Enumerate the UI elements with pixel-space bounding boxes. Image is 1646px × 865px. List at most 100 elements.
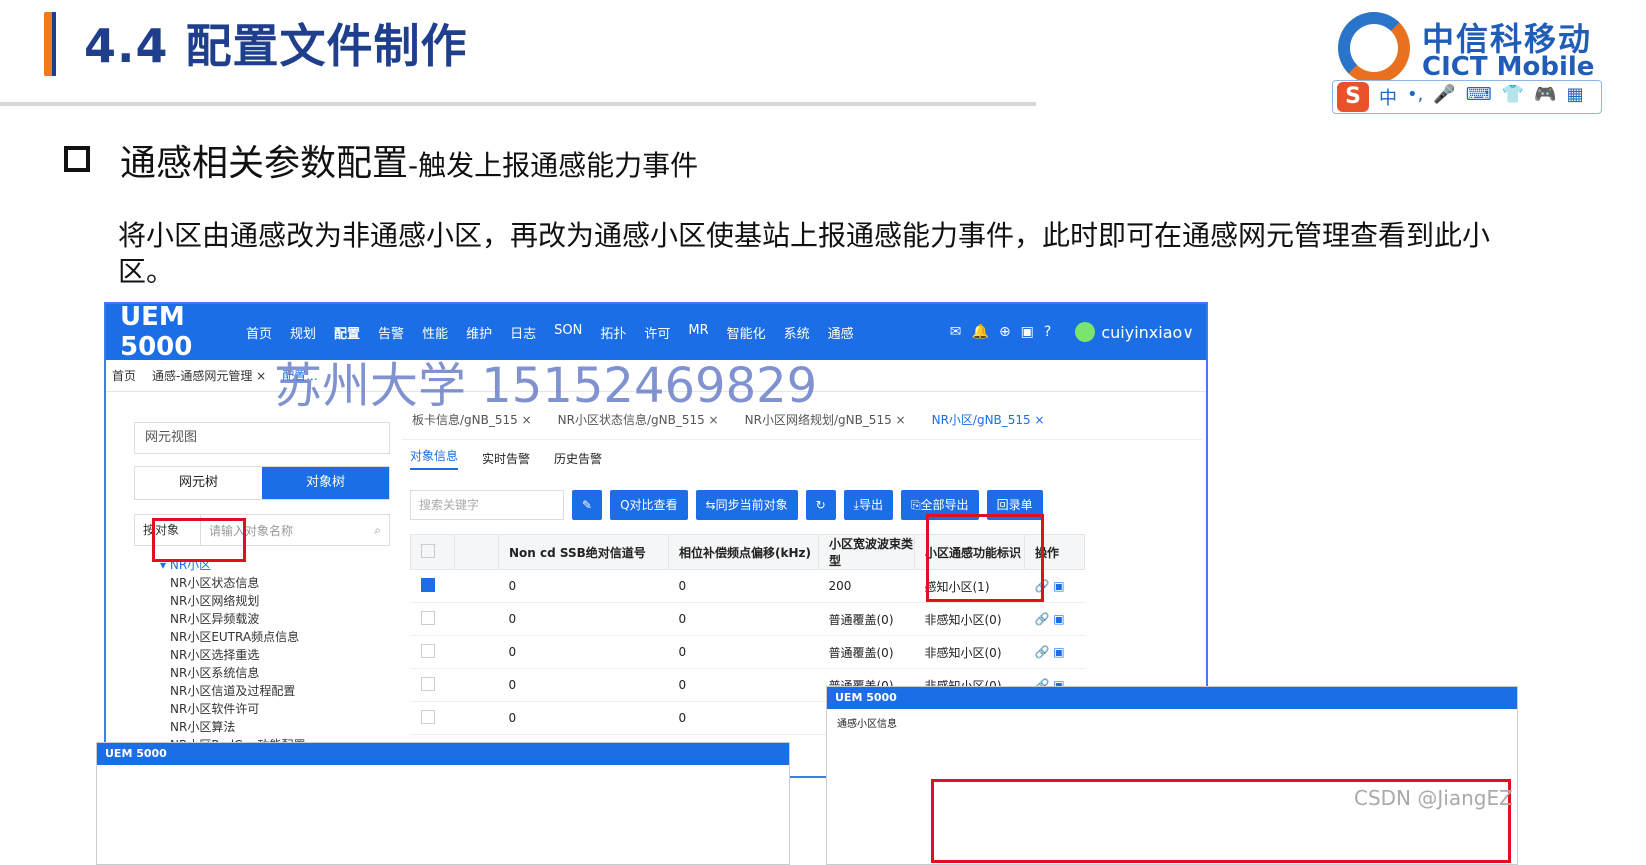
topbar-icons: ✉ 🔔 ⊕ ▣ ? <box>950 324 1052 340</box>
nav-item-8[interactable]: 拓扑 <box>600 323 626 342</box>
toolbar-button-3[interactable]: ↻ <box>805 490 836 520</box>
row-index-cell <box>454 635 499 669</box>
user-menu[interactable]: cuiyinxiao∨ <box>1075 322 1194 342</box>
nav-item-12[interactable]: 系统 <box>784 323 810 342</box>
nav-item-13[interactable]: 通感 <box>828 323 854 342</box>
breadcrumb-item-0[interactable]: 首页 <box>112 367 136 384</box>
subtab-0[interactable]: 对象信息 <box>410 447 459 470</box>
bell-icon[interactable]: 🔔 <box>972 324 989 340</box>
nav-item-4[interactable]: 性能 <box>422 323 448 342</box>
row-checkbox-cell[interactable] <box>410 602 455 636</box>
main-nav: 首页 规划 配置 告警 性能 维护 日志 SON 拓扑 许可 MR 智能化 系统 通感 <box>246 323 854 342</box>
mini-title: 通感小区信息 <box>837 719 897 730</box>
nav-item-5[interactable]: 维护 <box>466 323 492 342</box>
nav-item-3[interactable]: 告警 <box>378 323 404 342</box>
row-index-cell <box>454 668 499 702</box>
tree-node[interactable]: NR小区选择重选 <box>170 646 390 664</box>
table-cell: 非感知小区(0) <box>914 635 1025 669</box>
section-heading: 通感相关参数配置-触发上报通感能力事件 <box>120 134 698 186</box>
table-cell: 0 <box>498 635 669 669</box>
row-checkbox-cell[interactable] <box>410 668 455 702</box>
row-index-cell <box>454 569 499 603</box>
help-icon[interactable]: ? <box>1044 324 1051 340</box>
globe-icon[interactable]: ⊕ <box>999 324 1011 340</box>
view-select[interactable]: 网元视图 <box>134 422 390 454</box>
row-checkbox-cell[interactable] <box>410 701 455 735</box>
company-logo: 中信科移动 CICT Mobile S 中 •, 🎤 ⌨ 👕 🎮 ▦ <box>1326 8 1616 114</box>
tree-node[interactable]: NR小区信道及过程配置 <box>170 682 390 700</box>
row-checkbox[interactable] <box>420 643 435 658</box>
tree-node[interactable]: NR小区软件许可 <box>170 700 390 718</box>
toolbar-button-2[interactable]: ⇆同步当前对象 <box>695 490 798 520</box>
column-header-1[interactable]: 相位补偿频点偏移(kHz) <box>668 534 819 570</box>
column-header-2[interactable]: 小区宽波波束类型 <box>818 534 915 570</box>
doc-icon[interactable]: ▣ <box>1021 324 1034 340</box>
app-brand: UEM 5000 <box>120 302 193 362</box>
search-icon[interactable]: ⌕ <box>374 523 389 538</box>
row-index-cell <box>454 602 499 636</box>
column-header-0[interactable]: Non cd SSB绝对信道号 <box>498 534 669 570</box>
table-cell: 0 <box>498 569 669 603</box>
table-cell: 0 <box>668 635 819 669</box>
ime-s-icon: S <box>1337 82 1369 112</box>
tree-node[interactable]: NR小区异频载波 <box>170 610 390 628</box>
tree-node[interactable]: NR小区状态信息 <box>170 574 390 592</box>
row-actions[interactable]: 🔗 ▣ <box>1024 635 1085 669</box>
mini-screenshot-right: UEM 5000 通感小区信息 <box>826 686 1518 865</box>
table-cell: 0 <box>668 602 819 636</box>
nav-item-11[interactable]: 智能化 <box>727 323 766 342</box>
tree-node[interactable]: NR小区系统信息 <box>170 664 390 682</box>
object-tree: ▾ NR小区 NR小区状态信息 NR小区网络规划 NR小区异频载波 NR小区EU… <box>134 556 390 754</box>
ime-item-1: •, <box>1407 84 1424 105</box>
nav-item-0[interactable]: 首页 <box>246 323 272 342</box>
ime-item-5: 🎮 <box>1534 84 1557 105</box>
table-cell: 0 <box>668 701 819 735</box>
row-checkbox[interactable] <box>420 577 435 592</box>
tab-3[interactable]: NR小区/gNB_515 × <box>932 411 1045 428</box>
table-row[interactable]: 00普通覆盖(0)非感知小区(0)🔗 ▣ <box>410 602 1085 636</box>
subtab-2[interactable]: 历史告警 <box>554 450 602 467</box>
nav-item-6[interactable]: 日志 <box>510 323 536 342</box>
highlight-sensing-column <box>926 514 1044 602</box>
ime-toolbar-items: 中 •, 🎤 ⌨ 👕 🎮 ▦ <box>1379 84 1584 110</box>
toolbar-button-1[interactable]: Q对比查看 <box>610 490 688 520</box>
row-checkbox[interactable] <box>420 676 435 691</box>
row-checkbox[interactable] <box>420 709 435 724</box>
bullet-square-icon <box>64 146 90 172</box>
tab-ne-tree[interactable]: 网元树 <box>135 467 262 499</box>
row-checkbox-cell[interactable] <box>410 569 455 603</box>
mini-topbar-right: UEM 5000 <box>827 687 1517 709</box>
table-cell: 普通覆盖(0) <box>818 635 915 669</box>
mail-icon[interactable]: ✉ <box>950 324 962 340</box>
table-cell: 0 <box>668 668 819 702</box>
table-cell: 0 <box>498 602 669 636</box>
toolbar-button-0[interactable]: ✎ <box>572 490 603 520</box>
tab-object-tree[interactable]: 对象树 <box>262 467 389 499</box>
table-cell: 0 <box>498 668 669 702</box>
table-cell: 200 <box>818 569 915 603</box>
avatar <box>1075 322 1096 342</box>
select-all-header[interactable] <box>410 534 455 570</box>
tree-node[interactable]: NR小区算法 <box>170 718 390 736</box>
nav-item-10[interactable]: MR <box>688 323 708 342</box>
keyword-search-input[interactable]: 搜索关键字 <box>410 490 564 520</box>
title-accent-bar <box>44 12 56 76</box>
row-checkbox-cell[interactable] <box>410 635 455 669</box>
nav-item-2[interactable]: 配置 <box>334 323 360 342</box>
nav-item-9[interactable]: 许可 <box>644 323 670 342</box>
ime-item-3: ⌨ <box>1465 84 1492 105</box>
table-toolbar: 搜索关键字 ✎ Q对比查看 ⇆同步当前对象 ↻ ⤓导出 ⎘全部导出 回录单 <box>402 490 1202 520</box>
subtab-1[interactable]: 实时告警 <box>482 450 530 467</box>
nav-item-1[interactable]: 规划 <box>290 323 316 342</box>
row-actions[interactable]: 🔗 ▣ <box>1024 602 1085 636</box>
toolbar-button-4[interactable]: ⤓导出 <box>843 490 893 520</box>
object-tree-panel: 网元视图 网元树 对象树 按对象 请输入对象名称 ⌕ ▾ NR小区 NR小区状态… <box>134 422 390 776</box>
tree-node[interactable]: NR小区EUTRA频点信息 <box>170 628 390 646</box>
nav-item-7[interactable]: SON <box>554 323 582 342</box>
breadcrumb-item-1[interactable]: 通感-通感网元管理 × <box>152 367 266 384</box>
row-checkbox[interactable] <box>420 610 435 625</box>
table-row[interactable]: 00普通覆盖(0)非感知小区(0)🔗 ▣ <box>410 635 1085 669</box>
description-paragraph: 将小区由通感改为非通感小区，再改为通感小区使基站上报通感能力事件，此时即可在通感… <box>118 219 1491 288</box>
tree-node[interactable]: NR小区网络规划 <box>170 592 390 610</box>
mini-topbar-left: UEM 5000 <box>97 743 789 765</box>
